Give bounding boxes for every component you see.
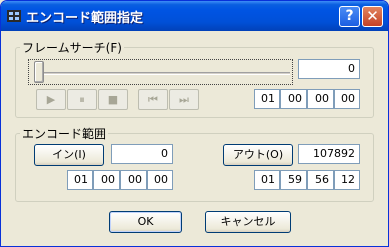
in-timecode-seconds[interactable]: 00 [120,170,147,190]
out-timecode-seconds[interactable]: 56 [307,170,334,190]
play-icon: ▶ [46,93,56,106]
close-button[interactable]: ✕ [362,6,383,27]
slider-thumb[interactable] [34,61,44,83]
frame-timecode-frames[interactable]: 00 [334,89,360,109]
slider-track [41,72,290,75]
title-bar[interactable]: エンコード範囲指定 ? ✕ [1,1,388,31]
previous-button[interactable]: ⏮ [138,89,168,110]
stop-icon: ■ [107,93,119,106]
skip-forward-icon: ⏭ [179,93,189,106]
next-button[interactable]: ⏭ [169,89,199,110]
in-frame-field[interactable]: 0 [111,144,173,164]
frame-timecode-seconds[interactable]: 00 [307,89,334,109]
in-timecode-frames[interactable]: 00 [147,170,173,190]
dialog-window: エンコード範囲指定 ? ✕ フレームサーチ(F) 0 ▶ ⏸ ■ ⏮ ⏭ 01 … [0,0,389,247]
stop-button[interactable]: ■ [98,89,128,110]
encode-range-legend: エンコード範囲 [22,127,107,141]
frame-timecode-minutes[interactable]: 00 [280,89,307,109]
play-button[interactable]: ▶ [36,89,66,110]
out-timecode-minutes[interactable]: 59 [280,170,307,190]
frame-timecode-hours[interactable]: 01 [254,89,280,109]
film-icon [7,10,21,22]
cancel-button[interactable]: キャンセル [205,211,291,233]
pause-icon: ⏸ [79,93,85,106]
out-button[interactable]: アウト(O) [223,144,293,166]
in-timecode-hours[interactable]: 01 [67,170,93,190]
frame-search-legend: フレームサーチ(F) [22,41,122,55]
out-frame-field[interactable]: 107892 [298,144,360,164]
skip-back-icon: ⏮ [148,93,158,106]
out-timecode-frames[interactable]: 12 [334,170,360,190]
help-button[interactable]: ? [339,6,360,27]
out-timecode-hours[interactable]: 01 [254,170,280,190]
ok-button[interactable]: OK [109,211,182,233]
frame-number-field[interactable]: 0 [298,59,360,79]
pause-button[interactable]: ⏸ [67,89,97,110]
window-title: エンコード範囲指定 [26,11,144,26]
in-button[interactable]: イン(I) [34,144,104,166]
in-timecode-minutes[interactable]: 00 [93,170,120,190]
